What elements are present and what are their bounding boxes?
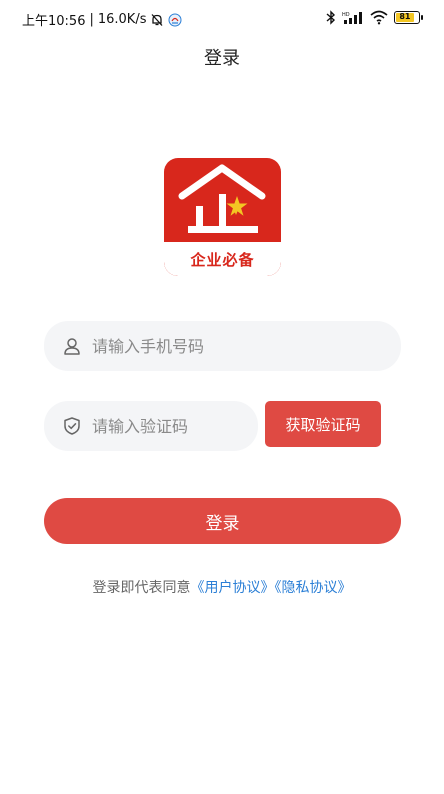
network-speed: 16.0K/s — [97, 12, 147, 27]
cellular-signal-icon: HD — [342, 12, 362, 24]
status-right: HD 81 — [326, 10, 423, 25]
page-title: 登录 — [204, 48, 240, 69]
status-left: 上午10:56 | 16.0K/s — [22, 10, 182, 29]
verification-code-field[interactable] — [44, 401, 258, 451]
shield-check-icon — [64, 417, 80, 435]
user-icon — [64, 338, 80, 355]
phone-input[interactable] — [92, 336, 401, 356]
agreement-prefix: 登录即代表同意 — [92, 580, 191, 596]
logo-emblem-icon — [178, 164, 266, 233]
agreement-text: 登录即代表同意《用户协议》《隐私协议》 — [0, 577, 444, 597]
status-divider: | — [89, 12, 94, 27]
status-bar: 上午10:56 | 16.0K/s HD 81 — [0, 0, 444, 36]
bell-off-icon — [152, 13, 163, 26]
battery-level: 81 — [396, 13, 414, 22]
phone-field[interactable] — [44, 321, 401, 371]
privacy-agreement-link[interactable]: 《隐私协议》 — [275, 580, 352, 596]
app-logo: 企业必备 — [164, 158, 281, 276]
get-code-button[interactable]: 获取验证码 — [265, 401, 381, 447]
user-agreement-link[interactable]: 《用户协议》 — [191, 580, 275, 596]
status-time: 上午10:56 — [22, 14, 86, 29]
app-notification-icon — [168, 13, 182, 26]
wifi-icon — [370, 10, 388, 25]
login-button[interactable]: 登录 — [44, 498, 401, 544]
verification-code-input[interactable] — [92, 416, 258, 436]
svg-text:HD: HD — [342, 12, 350, 18]
bluetooth-icon — [326, 10, 336, 25]
logo-text: 企业必备 — [190, 251, 255, 269]
battery-icon: 81 — [394, 11, 423, 24]
